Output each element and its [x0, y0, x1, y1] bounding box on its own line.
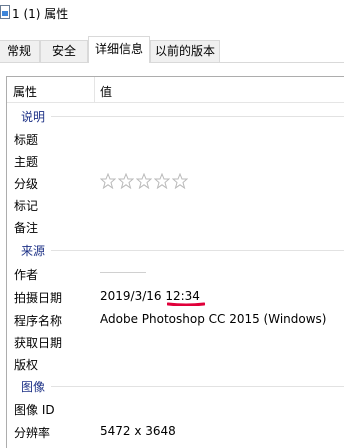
star-icon[interactable]: [172, 173, 188, 189]
row-date-acquired-label: 获取日期: [14, 336, 63, 350]
row-program-label: 程序名称: [14, 314, 63, 328]
tab-details[interactable]: 详细信息: [88, 36, 150, 63]
row-dimensions-value[interactable]: 5472 x 3648: [100, 424, 176, 438]
group-description-label: 说明: [21, 110, 46, 124]
group-divider: [51, 250, 344, 251]
row-tags[interactable]: 标记: [7, 193, 344, 215]
row-date-taken-value[interactable]: 2019/3/16 12:34: [100, 289, 200, 303]
row-rating[interactable]: 分级: [7, 171, 344, 193]
row-image-id-label: 图像 ID: [14, 403, 55, 417]
group-image-label: 图像: [21, 380, 46, 394]
column-separator[interactable]: [94, 77, 95, 103]
row-tags-label: 标记: [14, 199, 39, 213]
column-header: 属性 值: [7, 77, 344, 103]
window-title: 1 (1) 属性: [12, 7, 69, 21]
row-rating-label: 分级: [14, 177, 39, 191]
column-property[interactable]: 属性: [13, 83, 37, 100]
details-panel: 属性 值 说明 标题 主题 分级 标记 备注 来源 作者 拍摄日期 2019/3…: [0, 63, 344, 448]
row-comments-label: 备注: [14, 221, 39, 235]
red-underline-annotation: [167, 302, 205, 306]
row-copyright-label: 版权: [14, 358, 39, 372]
tab-security-label: 安全: [51, 44, 76, 58]
group-description[interactable]: 说明: [7, 107, 344, 125]
group-divider: [51, 386, 344, 387]
row-subject-label: 主题: [14, 155, 39, 169]
title-bar: 1 (1) 属性: [0, 0, 344, 26]
tab-details-label: 详细信息: [94, 42, 143, 56]
group-image[interactable]: 图像: [7, 377, 344, 395]
row-subject[interactable]: 主题: [7, 149, 344, 171]
rating-stars[interactable]: [100, 173, 188, 189]
group-origin[interactable]: 来源: [7, 241, 344, 259]
author-placeholder-line: [100, 272, 146, 273]
star-icon[interactable]: [136, 173, 152, 189]
tab-security[interactable]: 安全: [40, 40, 88, 62]
row-program-value[interactable]: Adobe Photoshop CC 2015 (Windows): [100, 312, 327, 326]
row-author[interactable]: 作者: [7, 262, 344, 284]
image-file-icon: [0, 5, 10, 19]
star-icon[interactable]: [118, 173, 134, 189]
row-author-label: 作者: [14, 268, 39, 282]
row-program[interactable]: 程序名称 Adobe Photoshop CC 2015 (Windows): [7, 308, 344, 330]
tab-previous-versions[interactable]: 以前的版本: [150, 40, 220, 62]
row-image-id[interactable]: 图像 ID: [7, 397, 344, 419]
tab-general[interactable]: 常规: [0, 40, 40, 62]
group-origin-label: 来源: [21, 244, 46, 258]
row-title-label: 标题: [14, 133, 39, 147]
row-date-taken-label: 拍摄日期: [14, 291, 63, 305]
row-comments[interactable]: 备注: [7, 215, 344, 237]
property-list[interactable]: 属性 值 说明 标题 主题 分级 标记 备注 来源 作者 拍摄日期 2019/3…: [6, 76, 344, 448]
row-date-taken[interactable]: 拍摄日期 2019/3/16 12:34: [7, 285, 344, 307]
row-date-acquired[interactable]: 获取日期: [7, 330, 344, 352]
row-title[interactable]: 标题: [7, 127, 344, 149]
star-icon[interactable]: [154, 173, 170, 189]
row-dimensions-label: 分辨率: [14, 426, 51, 440]
group-divider: [51, 116, 344, 117]
row-dimensions[interactable]: 分辨率 5472 x 3648: [7, 420, 344, 442]
tab-previous-versions-label: 以前的版本: [154, 44, 215, 58]
tab-general-label: 常规: [6, 44, 31, 58]
row-copyright[interactable]: 版权: [7, 352, 344, 374]
star-icon[interactable]: [100, 173, 116, 189]
column-value[interactable]: 值: [100, 83, 112, 100]
